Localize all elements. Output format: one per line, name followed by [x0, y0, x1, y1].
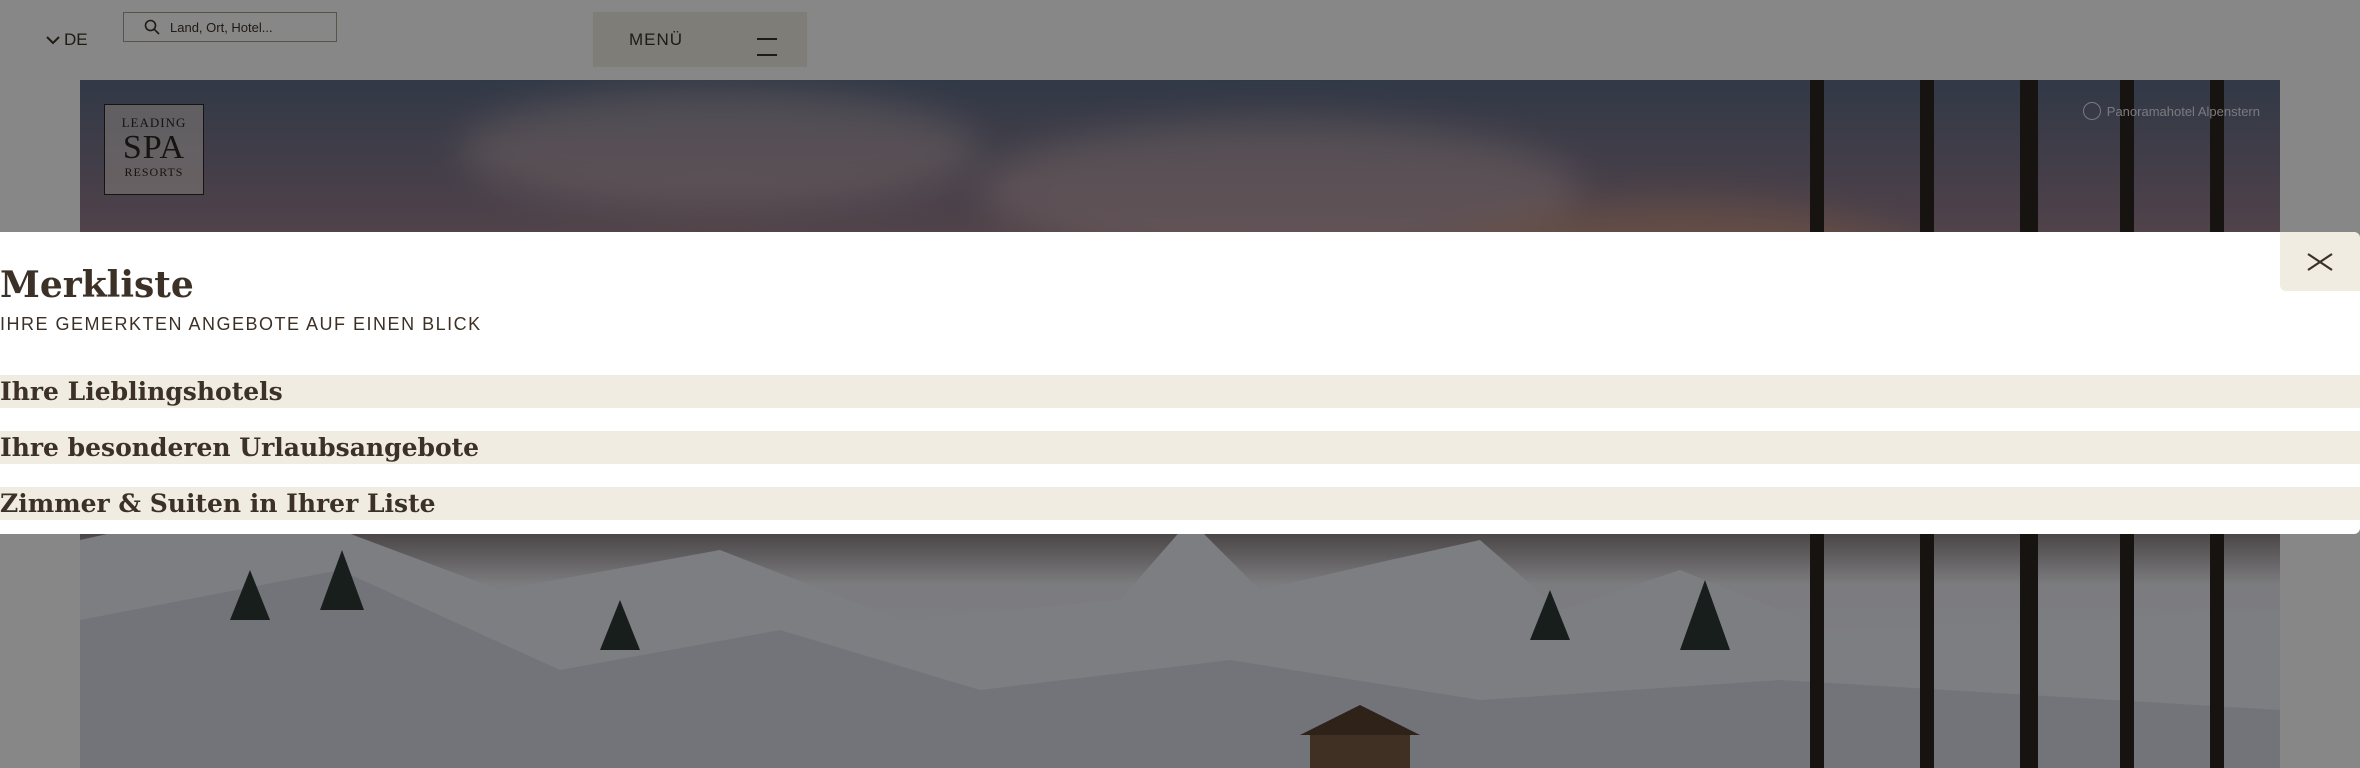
modal-title: Merkliste — [0, 264, 194, 306]
close-icon — [2307, 252, 2333, 271]
section-rooms-suites[interactable]: Zimmer & Suiten in Ihrer Liste — [0, 487, 2360, 520]
section-label: Ihre besonderen Urlaubsangebote — [0, 433, 480, 462]
modal-subtitle: IHRE GEMERKTEN ANGEBOTE AUF EINEN BLICK — [0, 314, 482, 334]
section-label: Ihre Lieblingshotels — [0, 377, 283, 406]
section-vacation-offers[interactable]: Ihre besonderen Urlaubsangebote — [0, 431, 2360, 464]
section-favorite-hotels[interactable]: Ihre Lieblingshotels — [0, 375, 2360, 408]
section-label: Zimmer & Suiten in Ihrer Liste — [0, 489, 436, 518]
wishlist-modal: Merkliste IHRE GEMERKTEN ANGEBOTE AUF EI… — [0, 232, 2360, 534]
close-button[interactable] — [2280, 232, 2360, 291]
